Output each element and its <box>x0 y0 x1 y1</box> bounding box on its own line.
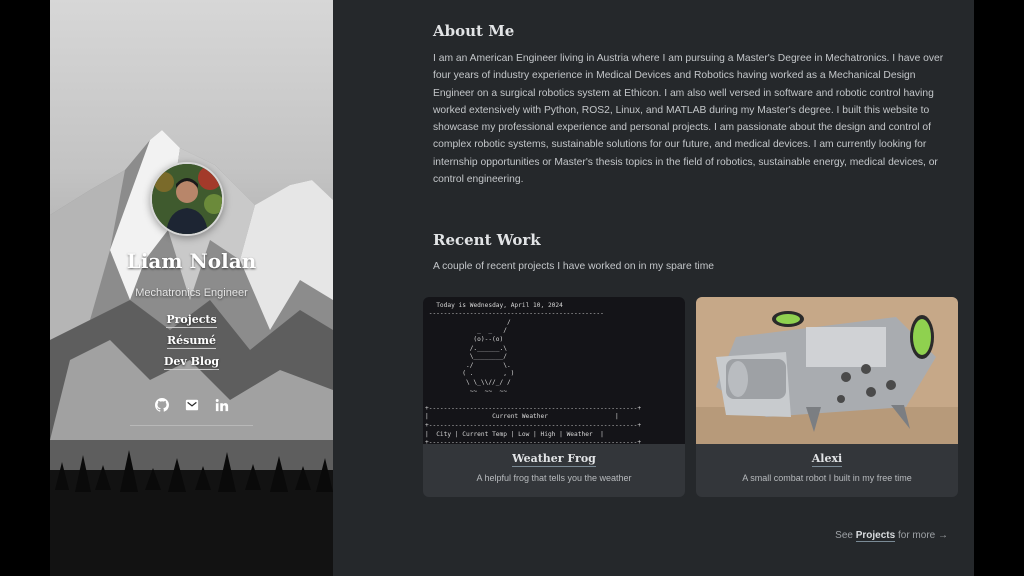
sidebar-divider <box>130 425 253 426</box>
profile-name: Liam Nolan <box>126 249 257 273</box>
main-content: About Me I am an American Engineer livin… <box>383 0 974 576</box>
sidebar-nav: Projects Résumé Dev Blog <box>50 313 333 376</box>
linkedin-icon[interactable] <box>215 398 229 412</box>
project-card-title[interactable]: Weather Frog <box>423 452 685 467</box>
nav-dev-blog-link[interactable]: Dev Blog <box>50 355 333 370</box>
terminal-table-title: Current Weather <box>492 413 548 421</box>
project-card-title[interactable]: Alexi <box>696 452 958 467</box>
alexi-robot-image <box>696 297 958 444</box>
weather-frog-title[interactable]: Weather Frog <box>512 452 596 467</box>
sidebar: Liam Nolan Mechatronics Engineer Project… <box>50 0 333 576</box>
profile-role: Mechatronics Engineer <box>135 287 248 299</box>
project-card-description: A helpful frog that tells you the weathe… <box>476 473 632 483</box>
projects-link[interactable]: Projects <box>855 530 896 542</box>
terminal-output: ----------------------------------------… <box>425 297 642 444</box>
github-icon[interactable] <box>154 398 169 412</box>
see-more-suffix: for more → <box>897 530 948 541</box>
alexi-title[interactable]: Alexi <box>811 452 843 467</box>
recent-work-subtitle: A couple of recent projects I have worke… <box>433 261 715 272</box>
see-more-prefix: See <box>835 530 853 541</box>
project-card-description: A small combat robot I built in my free … <box>742 473 912 483</box>
social-links <box>50 398 333 412</box>
avatar <box>150 162 224 236</box>
recent-work-heading: Recent Work <box>433 231 541 249</box>
see-more-projects: See Projects for more → <box>835 530 948 542</box>
project-card-weather-frog[interactable]: ----------------------------------------… <box>423 297 685 497</box>
nav-projects-link[interactable]: Projects <box>50 313 333 328</box>
nav-resume-link[interactable]: Résumé <box>50 334 333 349</box>
terminal-columns: City | Current Temp | Low | High | Weath… <box>436 430 593 438</box>
about-heading: About Me <box>433 22 515 40</box>
nav-projects-label: Projects <box>166 313 217 328</box>
project-card-alexi[interactable]: Alexi A small combat robot I built in my… <box>696 297 958 497</box>
weather-frog-thumbnail: ----------------------------------------… <box>423 297 685 444</box>
terminal-date: Today is Wednesday, April 10, 2024 <box>436 301 563 309</box>
nav-dev-blog-label: Dev Blog <box>163 355 220 370</box>
nav-resume-label: Résumé <box>167 334 216 349</box>
email-icon[interactable] <box>185 398 199 412</box>
about-text: I am an American Engineer living in Aust… <box>433 53 944 186</box>
page: Liam Nolan Mechatronics Engineer Project… <box>50 0 974 576</box>
